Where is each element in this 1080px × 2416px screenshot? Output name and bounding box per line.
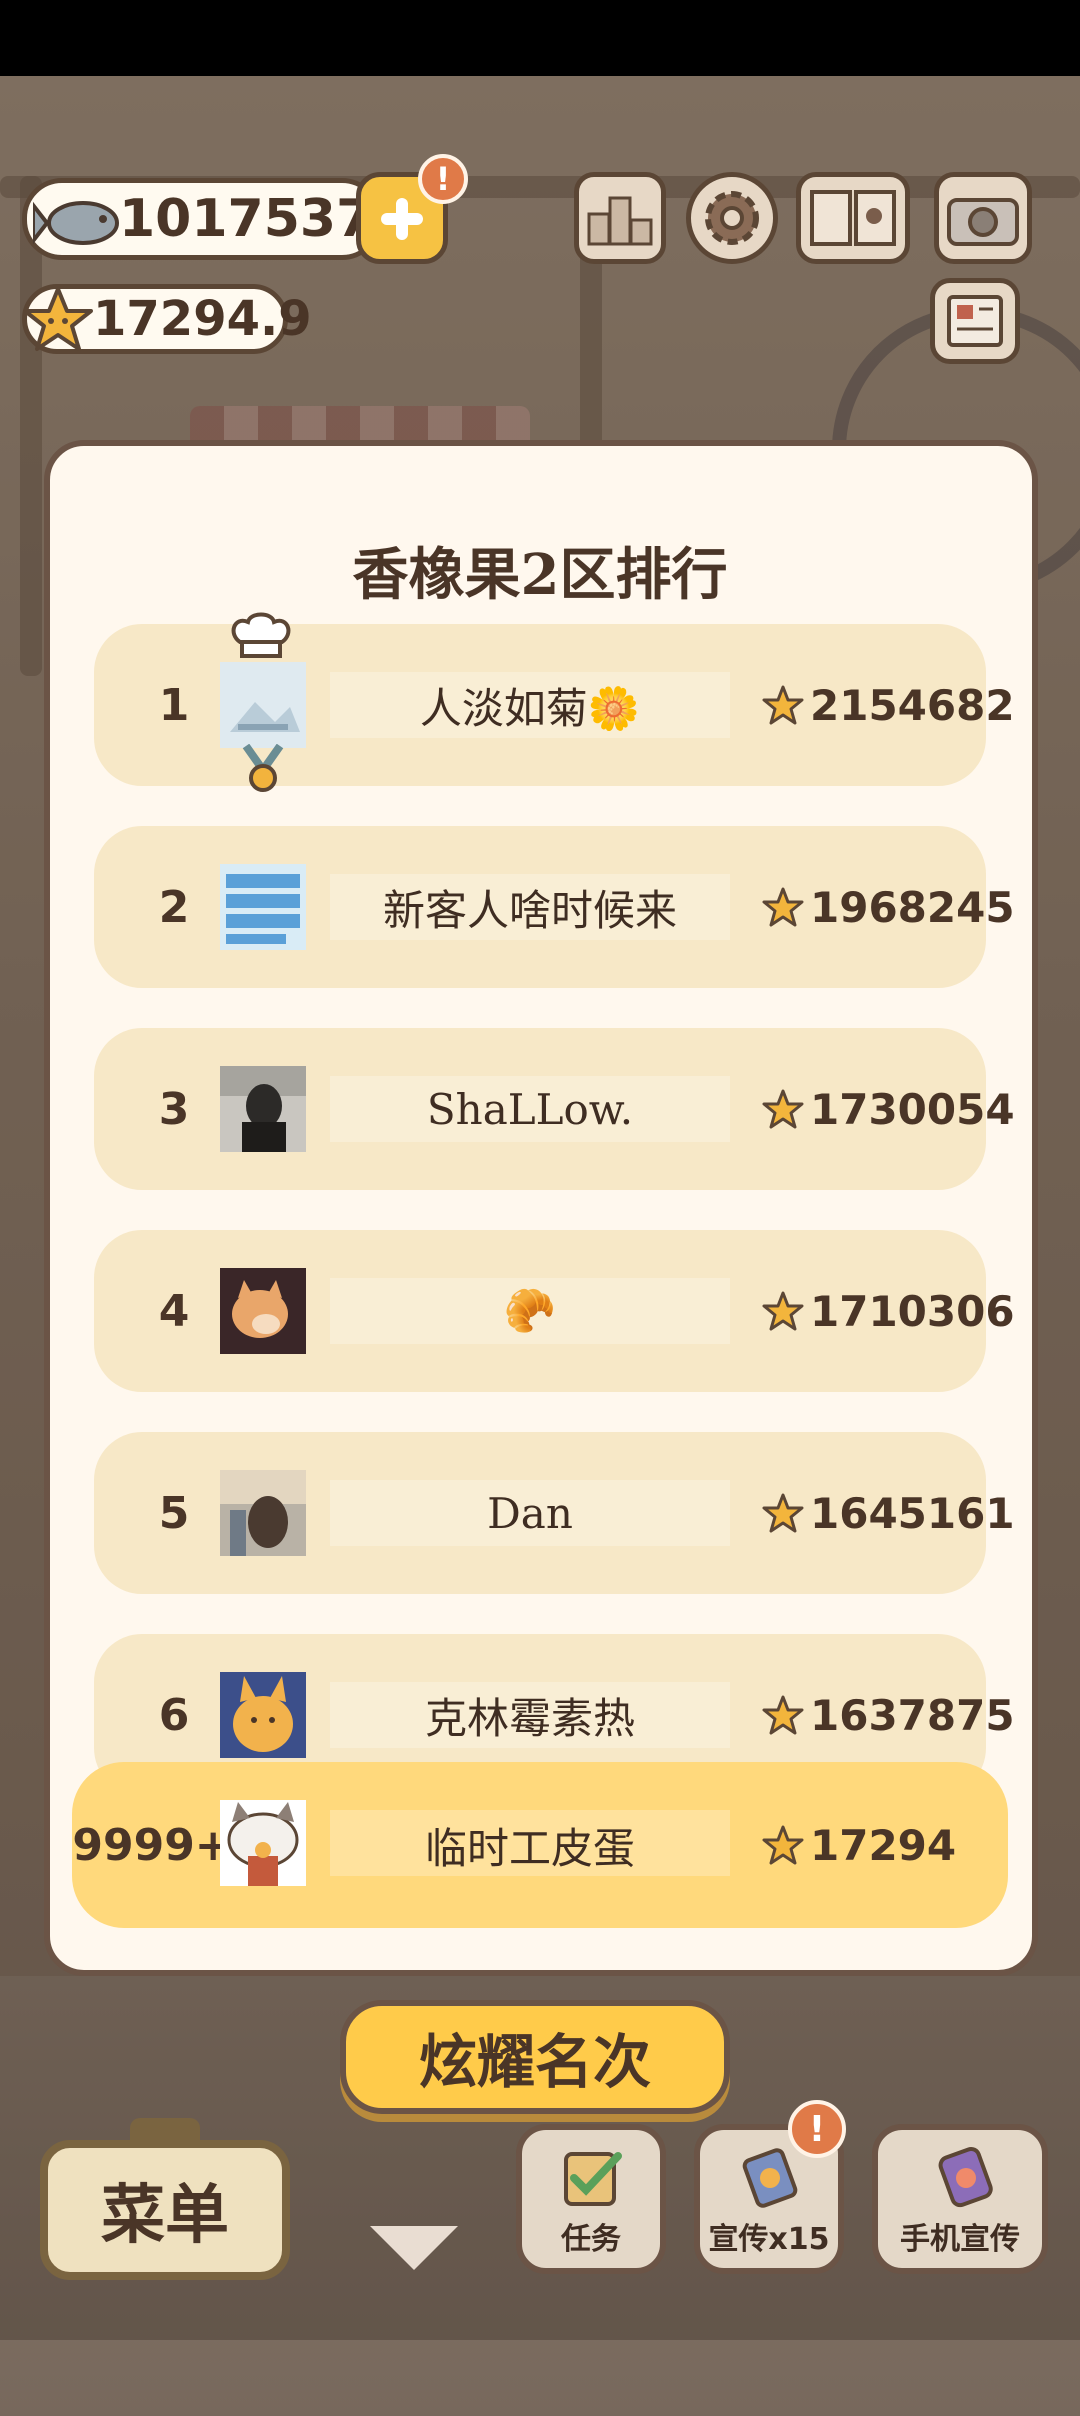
flyer-icon xyxy=(742,2148,798,2208)
player-score: 1730054 xyxy=(762,1028,1015,1190)
player-name: Dan xyxy=(487,1488,573,1538)
player-avatar xyxy=(220,1066,306,1152)
player-avatar xyxy=(220,1800,306,1886)
score-value: 2154682 xyxy=(810,680,1015,730)
player-avatar xyxy=(220,864,306,950)
star-count: 17294.9 xyxy=(93,291,312,347)
star-icon xyxy=(762,1493,804,1533)
player-score: 1968245 xyxy=(762,826,1015,988)
checklist-icon xyxy=(564,2152,622,2206)
gear-icon[interactable] xyxy=(686,172,778,264)
score-value: 1730054 xyxy=(810,1084,1015,1134)
chef-hat-icon xyxy=(231,612,291,658)
star-icon xyxy=(762,685,804,725)
fish-currency: 1017537 xyxy=(22,178,382,260)
show-off-rank-button[interactable]: 炫耀名次 xyxy=(340,2000,730,2114)
player-avatar xyxy=(220,1470,306,1556)
player-score: 1645161 xyxy=(762,1432,1015,1594)
player-avatar xyxy=(220,662,306,748)
score-value: 1710306 xyxy=(810,1286,1015,1336)
player-name: ShaLLow. xyxy=(426,1084,634,1134)
leaderboard-row[interactable]: 2 新客人啥时候来 1968245 xyxy=(94,826,1015,988)
leaderboard-row[interactable]: 3 ShaLLow. 1730054 xyxy=(94,1028,1015,1190)
chevron-down-icon[interactable] xyxy=(370,2226,458,2270)
promote-alert-badge: ! xyxy=(788,2100,846,2158)
score-value: 1645161 xyxy=(810,1488,1015,1538)
tasks-button[interactable]: 任务 xyxy=(516,2124,666,2274)
rank-number: 9999+ xyxy=(72,1819,232,1871)
fish-count: 1017537 xyxy=(119,189,373,249)
star-icon xyxy=(762,1695,804,1735)
phone-promote-label: 手机宣传 xyxy=(900,2222,1020,2257)
player-score: 2154682 xyxy=(762,624,1015,786)
tasks-label: 任务 xyxy=(561,2222,621,2257)
player-name: 人淡如菊🌼 xyxy=(419,683,641,733)
player-avatar xyxy=(220,1268,306,1354)
camera-icon[interactable] xyxy=(934,172,1032,264)
leaderboard-row[interactable]: 1 人淡如菊🌼 2154682 xyxy=(94,612,1015,792)
recipe-book-icon[interactable] xyxy=(796,172,910,264)
star-currency: 17294.9 xyxy=(22,284,312,354)
star-icon xyxy=(762,1825,804,1865)
star-icon xyxy=(762,1291,804,1331)
player-name: 🥐 xyxy=(503,1286,557,1335)
leaderboard-row[interactable]: 5 Dan 1645161 xyxy=(94,1432,1015,1594)
star-icon xyxy=(762,887,804,927)
player-score: 1710306 xyxy=(762,1230,1015,1392)
leaderboard-row[interactable]: 4 🥐 1710306 xyxy=(94,1230,1015,1392)
promote-label: 宣传x15 xyxy=(708,2222,830,2257)
fish-icon xyxy=(33,201,119,245)
player-score: 17294 xyxy=(762,1762,956,1928)
score-value: 17294 xyxy=(810,1820,957,1870)
star-icon xyxy=(23,287,93,351)
score-value: 1968245 xyxy=(810,882,1015,932)
newspaper-icon[interactable] xyxy=(930,278,1020,364)
menu-button[interactable]: 菜单 xyxy=(40,2140,290,2280)
status-bar xyxy=(0,0,1080,76)
leaderboard-icon[interactable] xyxy=(574,172,666,264)
phone-promote-button[interactable]: 手机宣传 xyxy=(872,2124,1048,2274)
medal-icon xyxy=(242,744,284,792)
score-value: 1637875 xyxy=(810,1690,1015,1740)
podium-icon xyxy=(587,196,653,246)
player-name: 临时工皮蛋 xyxy=(424,1823,635,1873)
star-icon xyxy=(762,1089,804,1129)
player-avatar xyxy=(220,1672,306,1758)
alert-badge: ! xyxy=(418,154,468,204)
my-rank-row[interactable]: 9999+ 临时工皮蛋 17294 xyxy=(72,1762,1008,1928)
player-name: 新客人啥时候来 xyxy=(382,885,677,935)
leaderboard-title: 香橡果2区排行 xyxy=(352,542,728,608)
phone-flyer-icon xyxy=(938,2146,993,2208)
